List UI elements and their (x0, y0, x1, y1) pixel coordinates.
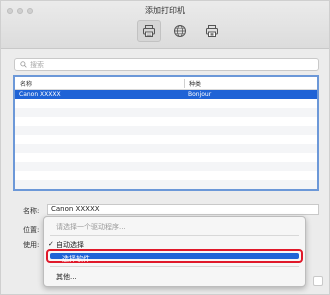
selection-background: 选择软件... (50, 253, 299, 263)
empty-row (15, 108, 317, 117)
driver-dropdown-menu[interactable]: 请选择一个驱动程序... ✓ 自动选择 选择软件... 其他... (43, 216, 306, 287)
titlebar: 添加打印机 (1, 1, 329, 49)
menu-item-auto-select-label: 自动选择 (56, 241, 84, 249)
menu-item-select-software-label: 选择软件... (62, 255, 97, 263)
column-header-name[interactable]: 名称 (20, 79, 32, 88)
name-label: 名称: (23, 207, 40, 215)
search-field[interactable]: 搜索 (14, 58, 319, 71)
toolbar-windows-printer-button[interactable] (200, 20, 224, 42)
checkmark-icon: ✓ (48, 240, 54, 248)
toolbar-default-printer-button[interactable] (137, 20, 161, 42)
printer-list[interactable]: 名称 种类 Canon XXXXX Bonjour (13, 75, 319, 191)
printer-kind-cell: Bonjour (188, 91, 212, 98)
menu-item-other[interactable]: 其他... (44, 272, 305, 282)
search-placeholder: 搜索 (30, 60, 44, 69)
empty-row (15, 144, 317, 153)
name-field[interactable]: Canon XXXXX (47, 204, 319, 215)
list-rows: Canon XXXXX Bonjour (15, 90, 317, 189)
menu-separator (50, 235, 299, 236)
location-label: 位置: (23, 226, 40, 234)
empty-row (15, 162, 317, 171)
search-icon (20, 61, 27, 68)
empty-row (15, 117, 317, 126)
list-header: 名称 种类 (15, 77, 317, 90)
empty-row (15, 99, 317, 108)
column-header-kind[interactable]: 种类 (189, 79, 201, 88)
empty-row (15, 153, 317, 162)
window-title: 添加打印机 (145, 6, 185, 15)
add-printer-window: 添加打印机 搜索 名称 种类 Canon XXXXX Bonjour 名称: C… (0, 0, 330, 295)
empty-row (15, 171, 317, 180)
printer-name-cell: Canon XXXXX (19, 91, 61, 98)
table-row[interactable]: Canon XXXXX Bonjour (15, 90, 317, 99)
globe-icon (174, 25, 186, 37)
windows-printer-icon (206, 25, 218, 37)
printer-icon (143, 25, 155, 37)
use-label: 使用: (23, 241, 40, 249)
column-divider (184, 79, 185, 88)
menu-item-select-software[interactable]: 选择软件... (46, 249, 303, 263)
empty-row (15, 180, 317, 189)
toolbar-ip-printer-button[interactable] (168, 20, 192, 42)
empty-row (15, 135, 317, 144)
menu-item-choose-driver: 请选择一个驱动程序... (56, 223, 126, 231)
empty-row (15, 126, 317, 135)
menu-separator (50, 266, 299, 267)
add-button[interactable] (313, 276, 323, 286)
